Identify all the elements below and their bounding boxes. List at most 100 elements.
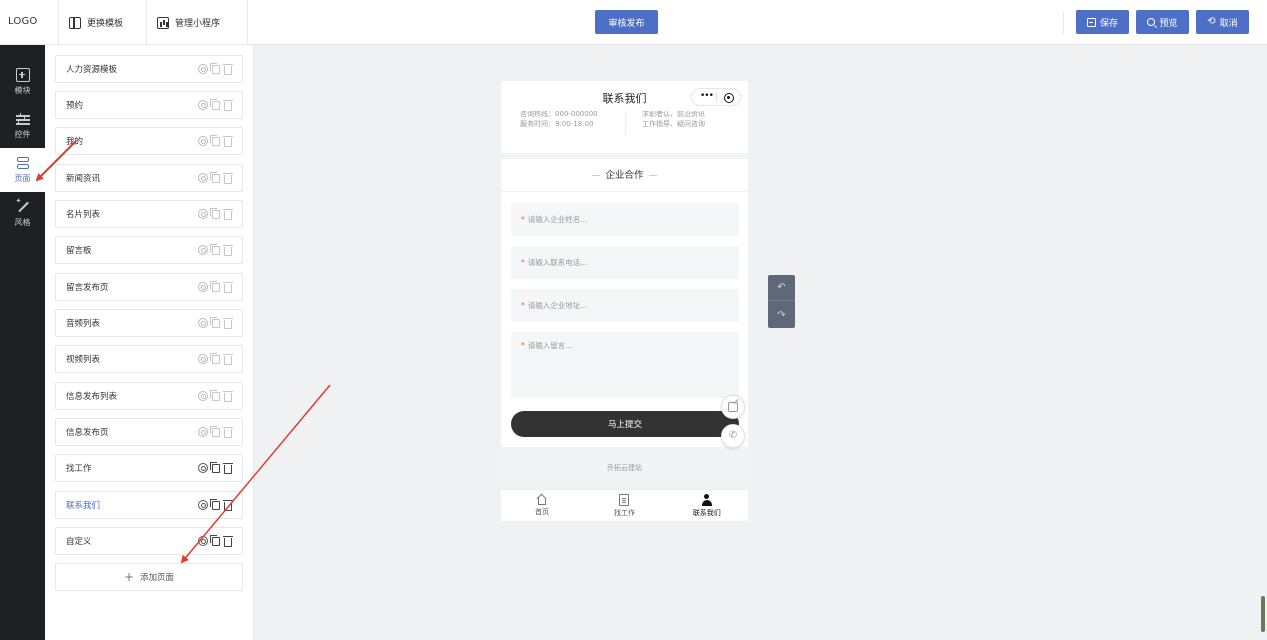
settings-gear-icon[interactable]: [198, 354, 208, 364]
page-item[interactable]: 预约: [55, 91, 243, 119]
copy-icon[interactable]: [210, 499, 220, 510]
share-button[interactable]: [721, 395, 745, 419]
copy-icon[interactable]: [210, 535, 220, 546]
company-name-field[interactable]: * 请输入企业姓名...: [511, 203, 739, 236]
page-item[interactable]: 音频列表: [55, 309, 243, 337]
contact-phone-field[interactable]: * 请输入联系电话...: [511, 246, 739, 279]
settings-gear-icon[interactable]: [198, 173, 208, 183]
magic-wand-icon: [16, 197, 30, 214]
contact-info-left: 咨询热线：000-000000 服务时间：9:00-18:00: [520, 109, 598, 129]
trash-icon[interactable]: [223, 390, 233, 402]
trash-icon[interactable]: [223, 353, 233, 365]
trash-icon[interactable]: [223, 208, 233, 220]
rail-item-label: 页面: [14, 174, 31, 183]
trash-icon[interactable]: [223, 281, 233, 293]
copy-icon[interactable]: [210, 390, 220, 401]
copy-icon[interactable]: [210, 99, 220, 110]
page-item-active[interactable]: 联系我们: [55, 491, 243, 519]
trash-icon[interactable]: [223, 244, 233, 256]
page-item-label: 名片列表: [66, 210, 101, 220]
section-title: 企业合作: [501, 159, 748, 192]
page-item[interactable]: 信息发布页: [55, 418, 243, 446]
page-item-label: 人力资源模板: [66, 65, 118, 75]
trash-icon[interactable]: [223, 99, 233, 111]
undo-button[interactable]: ↶: [768, 275, 795, 301]
copy-icon[interactable]: [210, 172, 220, 183]
trash-icon[interactable]: [223, 172, 233, 184]
page-item-label: 自定义: [66, 537, 92, 547]
settings-gear-icon[interactable]: [198, 209, 208, 219]
copy-icon[interactable]: [210, 63, 220, 74]
page-item[interactable]: 视频列表: [55, 345, 243, 373]
settings-gear-icon[interactable]: [198, 463, 208, 473]
publish-button[interactable]: 审核发布: [595, 10, 658, 34]
trash-icon[interactable]: [223, 317, 233, 329]
trash-icon[interactable]: [223, 462, 233, 474]
settings-gear-icon[interactable]: [198, 391, 208, 401]
page-item[interactable]: 找工作: [55, 454, 243, 482]
page-item[interactable]: 信息发布列表: [55, 382, 243, 410]
settings-gear-icon[interactable]: [198, 500, 208, 510]
field-placeholder: 请输入企业姓名...: [527, 215, 588, 224]
cancel-button[interactable]: ⟲ 取消: [1196, 10, 1249, 34]
copy-icon[interactable]: [210, 244, 220, 255]
settings-gear-icon[interactable]: [198, 136, 208, 146]
page-item[interactable]: 留言发布页: [55, 273, 243, 301]
submit-button[interactable]: 马上提交: [511, 411, 739, 437]
service-hours-text: 服务时间：9:00-18:00: [520, 120, 594, 128]
page-item[interactable]: 新闻资讯: [55, 164, 243, 192]
page-item-label: 预约: [66, 101, 84, 111]
trash-icon[interactable]: [223, 63, 233, 75]
settings-gear-icon[interactable]: [198, 427, 208, 437]
page-item[interactable]: 人力资源模板: [55, 55, 243, 83]
settings-gear-icon[interactable]: [198, 64, 208, 74]
tab-find-job[interactable]: 找工作: [583, 490, 665, 521]
copy-icon[interactable]: [210, 462, 220, 473]
rail-item-style[interactable]: 风格: [0, 192, 45, 236]
page-item[interactable]: 留言板: [55, 236, 243, 264]
tab-change-template[interactable]: 更换模板: [58, 0, 146, 45]
settings-gear-icon[interactable]: [198, 536, 208, 546]
copy-icon[interactable]: [210, 135, 220, 146]
settings-gear-icon[interactable]: [198, 245, 208, 255]
copy-icon[interactable]: [210, 208, 220, 219]
home-icon: [537, 494, 548, 505]
message-textarea[interactable]: * 请输入留言...: [511, 332, 739, 398]
sliders-icon: [15, 112, 30, 126]
copy-icon[interactable]: [210, 317, 220, 328]
copy-icon[interactable]: [210, 281, 220, 292]
trash-icon[interactable]: [223, 499, 233, 511]
add-page-label: 添加页面: [140, 573, 175, 583]
miniprogram-capsule[interactable]: •••: [691, 88, 741, 106]
plus-box-icon: [15, 68, 30, 82]
redo-button[interactable]: ↷: [768, 302, 795, 328]
tab-home[interactable]: 首页: [501, 490, 583, 521]
required-mark: *: [521, 258, 525, 267]
company-address-field[interactable]: * 请输入企业地址...: [511, 289, 739, 322]
rail-item-controls[interactable]: 控件: [0, 104, 45, 148]
more-dots-icon: •••: [700, 91, 714, 101]
scroll-indicator[interactable]: [1261, 596, 1265, 632]
tab-contact-us[interactable]: 联系我们: [666, 490, 748, 521]
settings-gear-icon[interactable]: [198, 318, 208, 328]
call-button[interactable]: ✆: [721, 424, 745, 448]
tab-manage-miniprogram[interactable]: 管理小程序: [146, 0, 248, 45]
rail-item-pages[interactable]: 页面: [0, 148, 45, 192]
page-item-label: 联系我们: [66, 501, 101, 511]
settings-gear-icon[interactable]: [198, 100, 208, 110]
page-item[interactable]: 我的: [55, 127, 243, 155]
trash-icon[interactable]: [223, 426, 233, 438]
copy-icon[interactable]: [210, 426, 220, 437]
page-item[interactable]: 名片列表: [55, 200, 243, 228]
rail-item-modules[interactable]: 模块: [0, 60, 45, 104]
page-item[interactable]: 自定义: [55, 527, 243, 555]
save-button[interactable]: 保存: [1076, 10, 1129, 34]
copy-icon[interactable]: [210, 353, 220, 364]
settings-gear-icon[interactable]: [198, 282, 208, 292]
tab-label: 联系我们: [692, 508, 721, 517]
trash-icon[interactable]: [223, 135, 233, 147]
preview-button[interactable]: 预览: [1136, 10, 1189, 34]
close-circle-icon: [724, 93, 734, 103]
trash-icon[interactable]: [223, 535, 233, 547]
add-page-button[interactable]: + 添加页面: [55, 563, 243, 591]
